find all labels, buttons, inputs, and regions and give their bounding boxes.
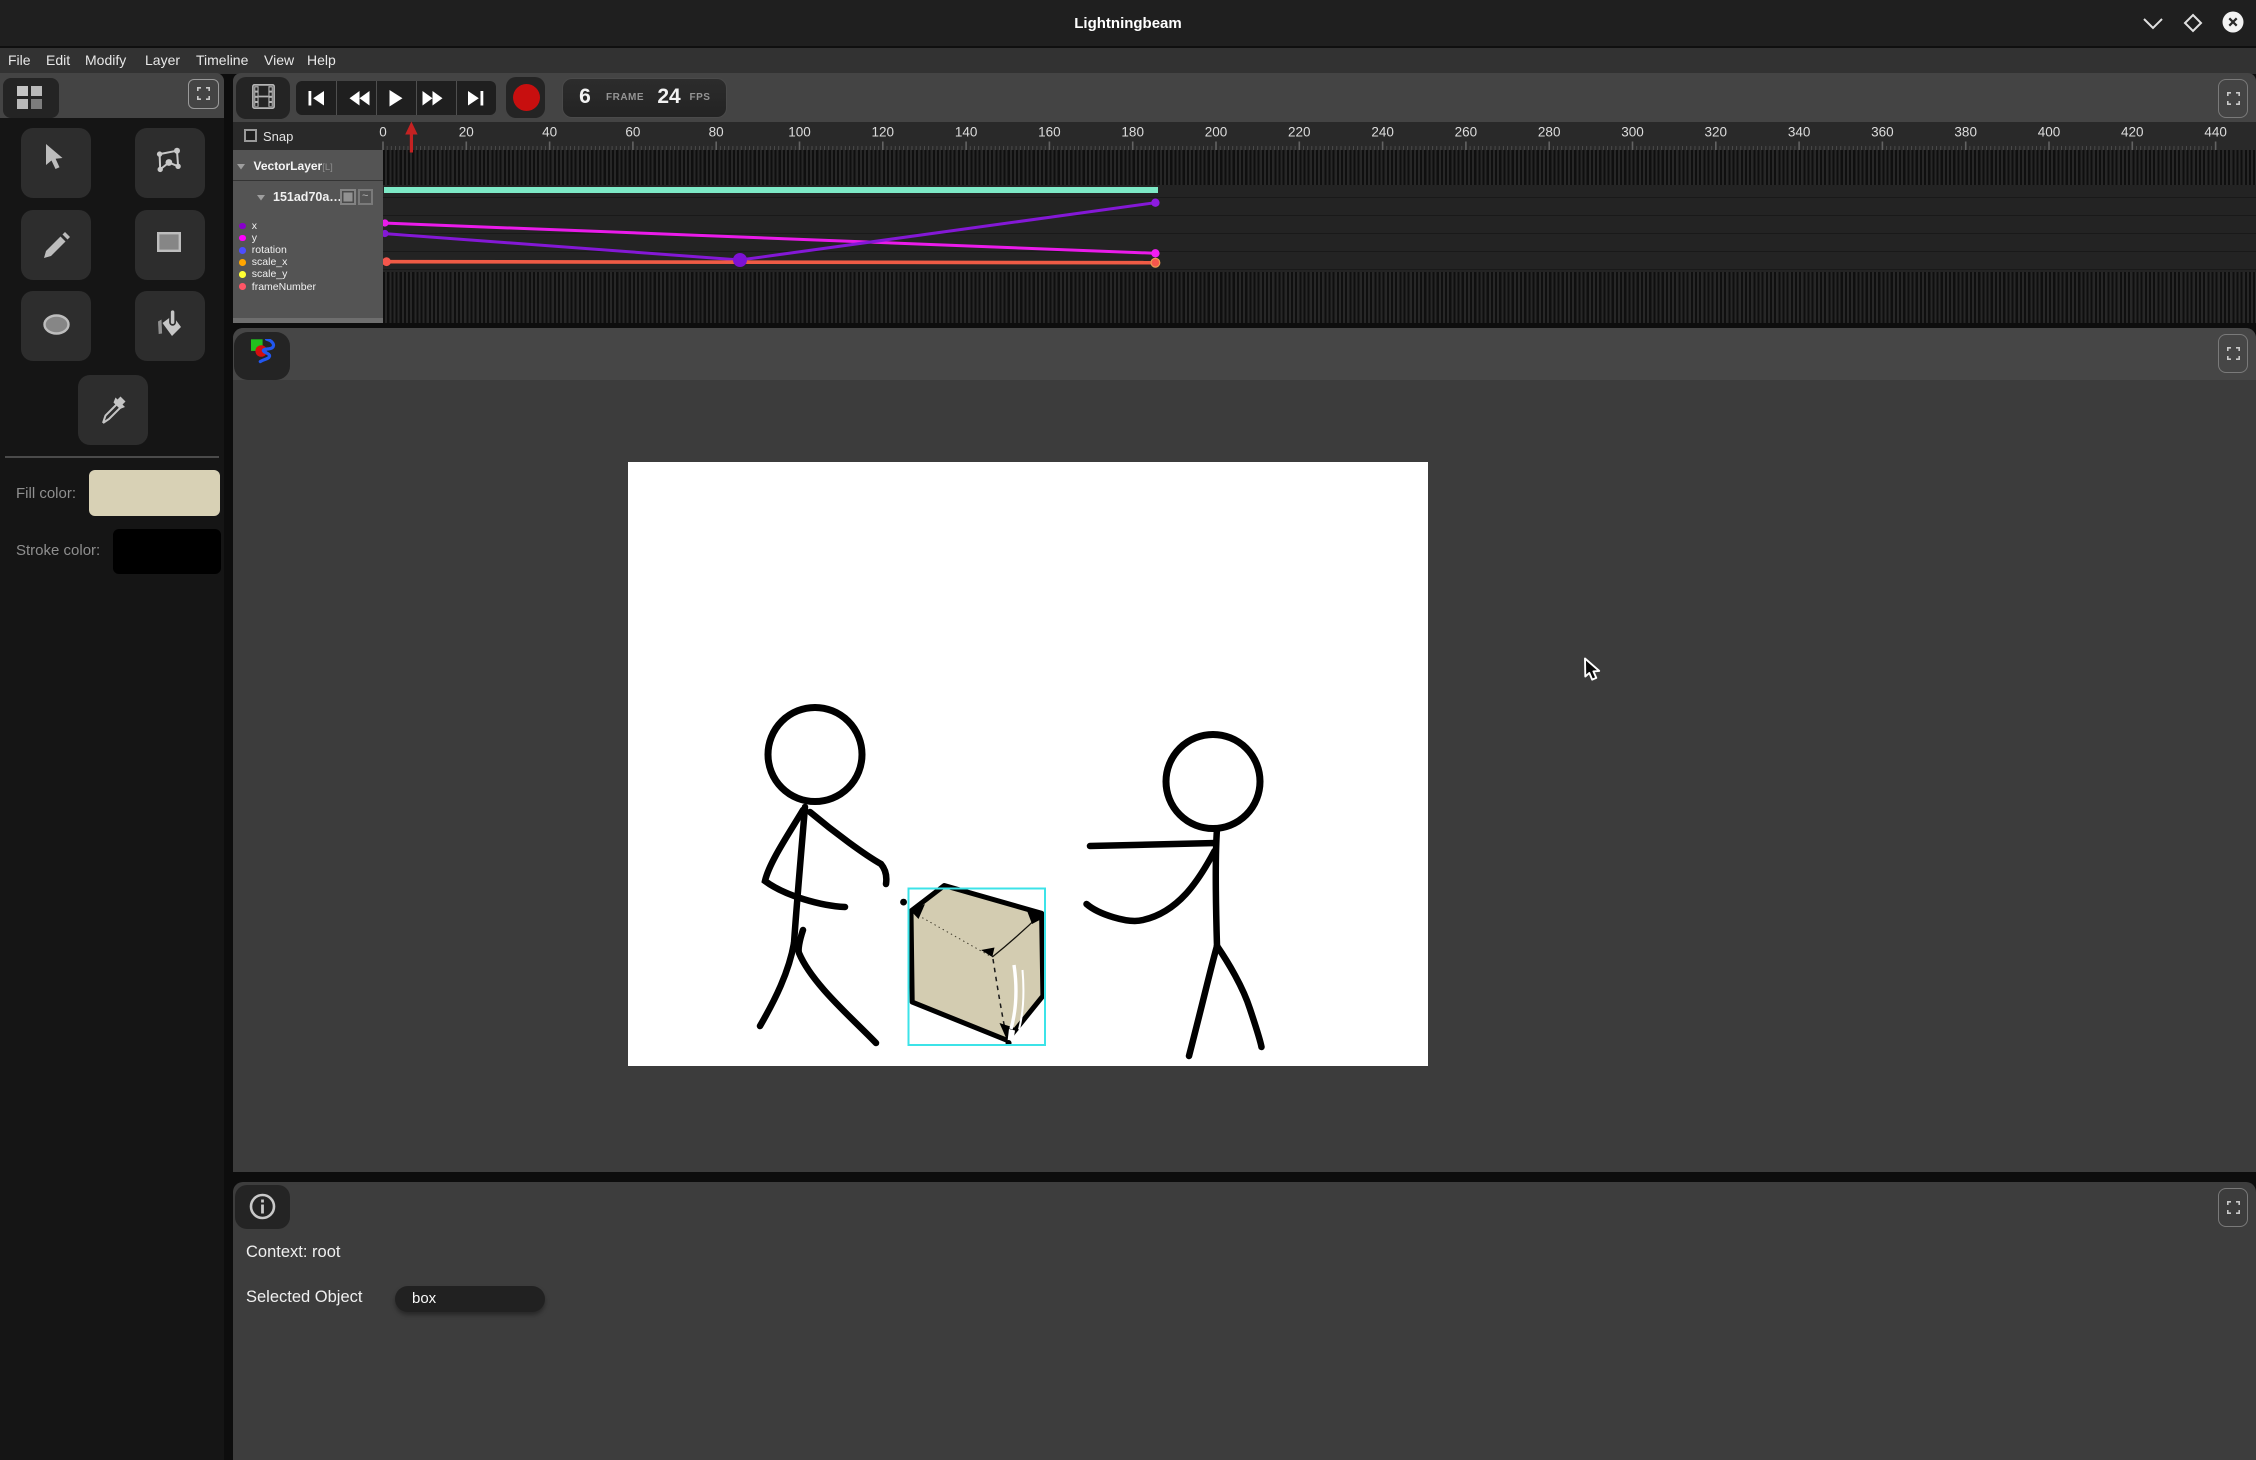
svg-text:220: 220 bbox=[1288, 125, 1311, 140]
svg-text:340: 340 bbox=[1788, 125, 1811, 140]
svg-text:380: 380 bbox=[1954, 125, 1977, 140]
svg-text:280: 280 bbox=[1538, 125, 1561, 140]
svg-text:260: 260 bbox=[1455, 125, 1478, 140]
svg-text:240: 240 bbox=[1371, 125, 1394, 140]
svg-text:320: 320 bbox=[1705, 125, 1728, 140]
svg-text:300: 300 bbox=[1621, 125, 1644, 140]
svg-text:0: 0 bbox=[379, 125, 387, 140]
svg-text:40: 40 bbox=[542, 125, 557, 140]
svg-text:100: 100 bbox=[788, 125, 811, 140]
svg-text:400: 400 bbox=[2038, 125, 2061, 140]
svg-text:140: 140 bbox=[955, 125, 978, 140]
svg-text:180: 180 bbox=[1121, 125, 1144, 140]
svg-text:360: 360 bbox=[1871, 125, 1894, 140]
svg-text:200: 200 bbox=[1205, 125, 1228, 140]
svg-text:440: 440 bbox=[2204, 125, 2227, 140]
svg-text:420: 420 bbox=[2121, 125, 2144, 140]
svg-text:160: 160 bbox=[1038, 125, 1061, 140]
svg-text:60: 60 bbox=[625, 125, 640, 140]
svg-text:120: 120 bbox=[872, 125, 895, 140]
svg-text:20: 20 bbox=[459, 125, 474, 140]
svg-text:80: 80 bbox=[709, 125, 724, 140]
